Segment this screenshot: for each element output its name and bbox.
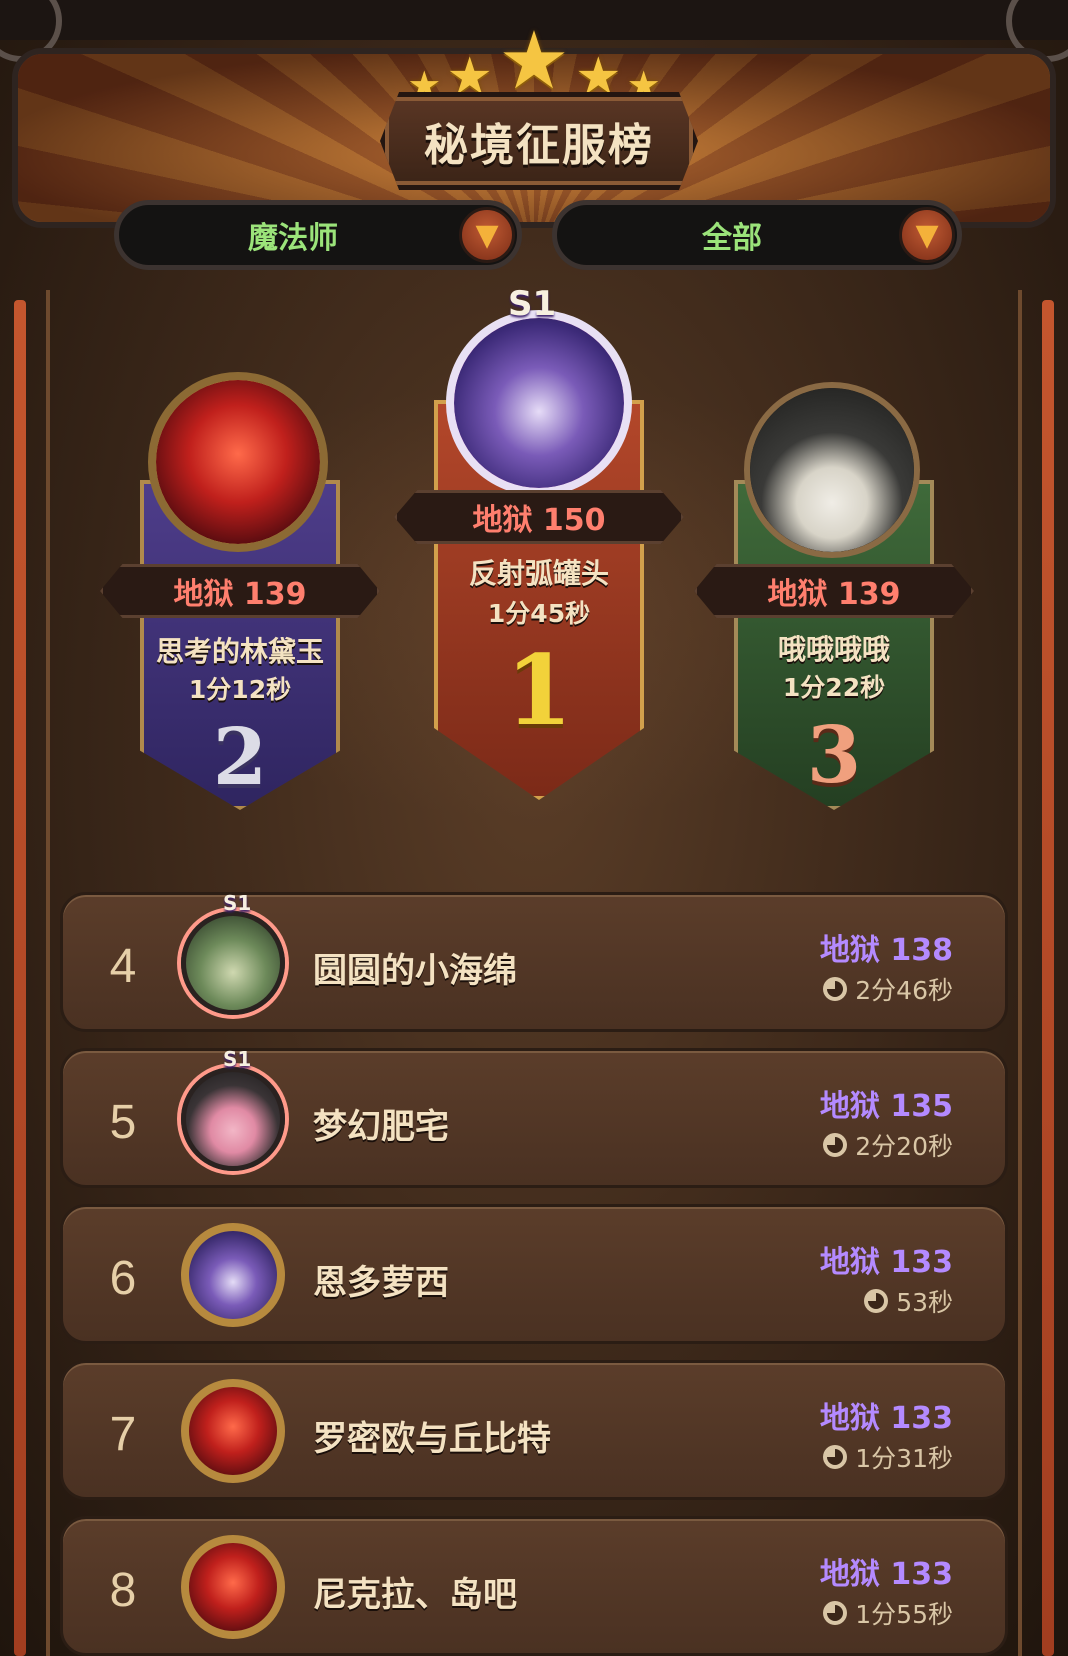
player-name: 反射弧罐头	[468, 557, 609, 590]
podium-card-rank-2[interactable]: 地狱 139 思考的林黛玉 1分12秒 2	[100, 360, 380, 820]
clear-time: 1分55秒	[823, 1595, 953, 1631]
frame-rail	[1018, 290, 1022, 1656]
scope-filter-label: 全部	[702, 221, 762, 256]
clock-icon	[823, 1601, 848, 1625]
rank-number: 8	[109, 1564, 137, 1617]
player-name: 思考的林黛玉	[155, 635, 324, 668]
clear-time: 53秒	[864, 1283, 953, 1319]
clear-time: 1分22秒	[782, 673, 886, 702]
avatar	[446, 310, 632, 496]
avatar	[181, 911, 285, 1015]
rank-number: 5	[109, 1096, 137, 1149]
level-text: 地狱 133	[819, 1557, 953, 1592]
level-text: 地狱 135	[819, 1089, 953, 1124]
player-name: 罗密欧与丘比特	[313, 1419, 551, 1459]
leaderboard-row[interactable]: 5 S1 梦幻肥宅 地狱 135 2分20秒	[60, 1047, 1008, 1188]
class-filter-dropdown[interactable]: 魔法师 ▼	[114, 200, 522, 270]
clear-time: 1分45秒	[487, 599, 591, 628]
rank-number: 4	[109, 940, 137, 993]
frame-rail	[46, 290, 50, 1656]
clear-time: 1分12秒	[188, 675, 292, 704]
rank-number: 2	[212, 712, 268, 803]
rank-number: 1	[505, 634, 573, 747]
class-filter-label: 魔法师	[248, 221, 338, 256]
clock-icon	[864, 1289, 889, 1313]
avatar	[181, 1379, 285, 1483]
clear-time: 1分31秒	[823, 1439, 953, 1475]
player-name: 恩多萝西	[313, 1263, 449, 1303]
clear-time-value: 1分31秒	[855, 1444, 953, 1473]
chevron-down-icon[interactable]: ▼	[459, 207, 515, 263]
season-badge: S1	[223, 1047, 252, 1071]
clear-time: 2分46秒	[823, 971, 953, 1007]
clear-time: 2分20秒	[823, 1127, 953, 1163]
chevron-down-icon[interactable]: ▼	[899, 207, 955, 263]
level-text: 地狱 138	[819, 933, 953, 968]
leaderboard-row[interactable]: 7 罗密欧与丘比特 地狱 133 1分31秒	[60, 1360, 1008, 1500]
avatar-portrait	[750, 388, 914, 552]
leaderboard-row[interactable]: 4 S1 圆圆的小海绵 地狱 138 2分46秒	[60, 891, 1008, 1032]
avatar	[744, 382, 920, 558]
season-badge: S1	[508, 284, 557, 324]
clear-time-value: 2分20秒	[855, 1132, 953, 1161]
clock-icon	[823, 1133, 848, 1157]
clock-icon	[823, 977, 848, 1001]
player-name: 尼克拉、岛吧	[313, 1575, 517, 1615]
page-title: 秘境征服榜	[424, 120, 654, 171]
avatar	[181, 1535, 285, 1639]
leaderboard-row[interactable]: 8 尼克拉、岛吧 地狱 133 1分55秒	[60, 1516, 1008, 1656]
level-tag: 地狱 139	[100, 564, 380, 618]
rating-stars: ★ ★ ★ ★ ★	[0, 14, 1068, 107]
level-text: 地狱 133	[819, 1245, 953, 1280]
title-plate: 秘境征服榜	[380, 92, 698, 190]
leaderboard-screen: ★ ★ ★ ★ ★ 秘境征服榜 魔法师 ▼ 全部 ▼ 地狱 139 思考的林黛玉…	[0, 0, 1068, 1656]
frame-edge	[1042, 300, 1054, 1656]
avatar	[181, 1067, 285, 1171]
frame-edge	[14, 300, 26, 1656]
player-name: 梦幻肥宅	[313, 1107, 449, 1147]
avatar-portrait	[156, 380, 320, 544]
level-tag: 地狱 139	[694, 564, 974, 618]
avatar	[148, 372, 328, 552]
rank-number: 7	[109, 1408, 137, 1461]
level-tag: 地狱 150	[394, 490, 684, 544]
clear-time-value: 2分46秒	[855, 976, 953, 1005]
podium-card-rank-1[interactable]: S1 地狱 150 反射弧罐头 1分45秒 1	[394, 284, 684, 810]
season-badge: S1	[223, 891, 252, 915]
avatar-portrait	[454, 318, 624, 488]
podium-card-rank-3[interactable]: 地狱 139 哦哦哦哦 1分22秒 3	[694, 370, 974, 820]
player-name: 圆圆的小海绵	[313, 951, 517, 991]
player-name: 哦哦哦哦	[777, 633, 890, 666]
scope-filter-dropdown[interactable]: 全部 ▼	[552, 200, 962, 270]
rank-number: 6	[109, 1252, 137, 1305]
leaderboard-row[interactable]: 6 恩多萝西 地狱 133 53秒	[60, 1204, 1008, 1344]
clear-time-value: 1分55秒	[855, 1600, 953, 1629]
avatar	[181, 1223, 285, 1327]
level-text: 地狱 133	[819, 1401, 953, 1436]
rank-number: 3	[806, 710, 862, 801]
clear-time-value: 53秒	[896, 1288, 953, 1317]
clock-icon	[823, 1445, 848, 1469]
